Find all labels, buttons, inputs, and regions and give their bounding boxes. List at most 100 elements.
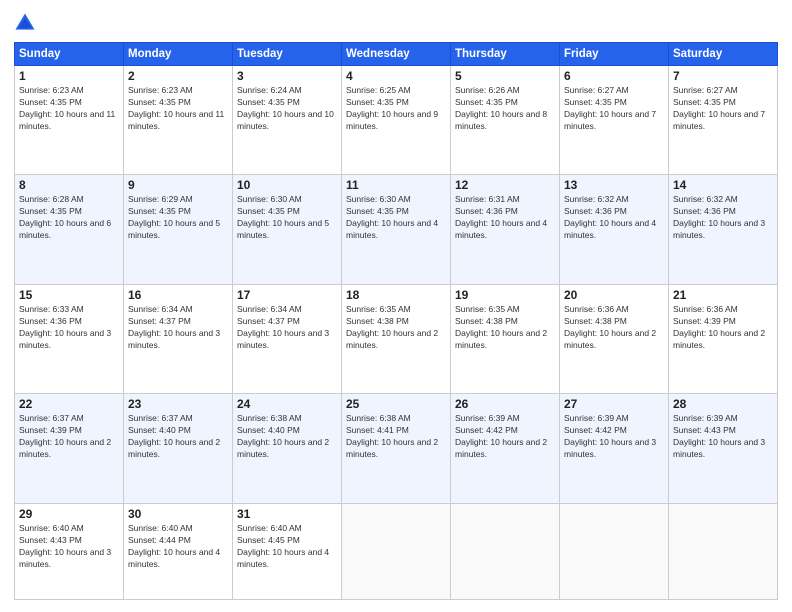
- header-thursday: Thursday: [451, 43, 560, 66]
- day-number: 11: [346, 178, 446, 192]
- header-friday: Friday: [560, 43, 669, 66]
- day-number: 10: [237, 178, 337, 192]
- table-row: 24 Sunrise: 6:38 AM Sunset: 4:40 PM Dayl…: [233, 394, 342, 503]
- day-info: Sunrise: 6:30 AM Sunset: 4:35 PM Dayligh…: [237, 194, 337, 242]
- table-row: 2 Sunrise: 6:23 AM Sunset: 4:35 PM Dayli…: [124, 66, 233, 175]
- day-number: 16: [128, 288, 228, 302]
- table-row: 9 Sunrise: 6:29 AM Sunset: 4:35 PM Dayli…: [124, 175, 233, 284]
- table-row: 30 Sunrise: 6:40 AM Sunset: 4:44 PM Dayl…: [124, 503, 233, 599]
- day-number: 12: [455, 178, 555, 192]
- day-info: Sunrise: 6:26 AM Sunset: 4:35 PM Dayligh…: [455, 85, 555, 133]
- day-info: Sunrise: 6:33 AM Sunset: 4:36 PM Dayligh…: [19, 304, 119, 352]
- table-row: [560, 503, 669, 599]
- day-number: 20: [564, 288, 664, 302]
- table-row: 4 Sunrise: 6:25 AM Sunset: 4:35 PM Dayli…: [342, 66, 451, 175]
- table-row: 23 Sunrise: 6:37 AM Sunset: 4:40 PM Dayl…: [124, 394, 233, 503]
- calendar-week-row: 8 Sunrise: 6:28 AM Sunset: 4:35 PM Dayli…: [15, 175, 778, 284]
- table-row: 19 Sunrise: 6:35 AM Sunset: 4:38 PM Dayl…: [451, 284, 560, 393]
- logo: [14, 12, 40, 34]
- header-sunday: Sunday: [15, 43, 124, 66]
- day-info: Sunrise: 6:40 AM Sunset: 4:45 PM Dayligh…: [237, 523, 337, 571]
- day-info: Sunrise: 6:39 AM Sunset: 4:42 PM Dayligh…: [455, 413, 555, 461]
- day-info: Sunrise: 6:38 AM Sunset: 4:41 PM Dayligh…: [346, 413, 446, 461]
- day-number: 23: [128, 397, 228, 411]
- table-row: 14 Sunrise: 6:32 AM Sunset: 4:36 PM Dayl…: [669, 175, 778, 284]
- day-number: 25: [346, 397, 446, 411]
- day-number: 22: [19, 397, 119, 411]
- table-row: [669, 503, 778, 599]
- day-info: Sunrise: 6:31 AM Sunset: 4:36 PM Dayligh…: [455, 194, 555, 242]
- table-row: 7 Sunrise: 6:27 AM Sunset: 4:35 PM Dayli…: [669, 66, 778, 175]
- day-number: 27: [564, 397, 664, 411]
- table-row: 13 Sunrise: 6:32 AM Sunset: 4:36 PM Dayl…: [560, 175, 669, 284]
- header-monday: Monday: [124, 43, 233, 66]
- day-info: Sunrise: 6:23 AM Sunset: 4:35 PM Dayligh…: [128, 85, 228, 133]
- table-row: 5 Sunrise: 6:26 AM Sunset: 4:35 PM Dayli…: [451, 66, 560, 175]
- day-number: 7: [673, 69, 773, 83]
- day-info: Sunrise: 6:40 AM Sunset: 4:43 PM Dayligh…: [19, 523, 119, 571]
- calendar-table: Sunday Monday Tuesday Wednesday Thursday…: [14, 42, 778, 600]
- day-info: Sunrise: 6:28 AM Sunset: 4:35 PM Dayligh…: [19, 194, 119, 242]
- day-number: 2: [128, 69, 228, 83]
- day-number: 8: [19, 178, 119, 192]
- day-info: Sunrise: 6:39 AM Sunset: 4:43 PM Dayligh…: [673, 413, 773, 461]
- logo-icon: [14, 12, 36, 34]
- table-row: 29 Sunrise: 6:40 AM Sunset: 4:43 PM Dayl…: [15, 503, 124, 599]
- day-number: 3: [237, 69, 337, 83]
- day-number: 6: [564, 69, 664, 83]
- day-number: 24: [237, 397, 337, 411]
- table-row: [342, 503, 451, 599]
- day-info: Sunrise: 6:35 AM Sunset: 4:38 PM Dayligh…: [346, 304, 446, 352]
- day-info: Sunrise: 6:39 AM Sunset: 4:42 PM Dayligh…: [564, 413, 664, 461]
- day-info: Sunrise: 6:30 AM Sunset: 4:35 PM Dayligh…: [346, 194, 446, 242]
- day-number: 5: [455, 69, 555, 83]
- table-row: 11 Sunrise: 6:30 AM Sunset: 4:35 PM Dayl…: [342, 175, 451, 284]
- table-row: 8 Sunrise: 6:28 AM Sunset: 4:35 PM Dayli…: [15, 175, 124, 284]
- day-info: Sunrise: 6:36 AM Sunset: 4:39 PM Dayligh…: [673, 304, 773, 352]
- day-info: Sunrise: 6:23 AM Sunset: 4:35 PM Dayligh…: [19, 85, 119, 133]
- calendar-week-row: 29 Sunrise: 6:40 AM Sunset: 4:43 PM Dayl…: [15, 503, 778, 599]
- day-number: 29: [19, 507, 119, 521]
- day-info: Sunrise: 6:27 AM Sunset: 4:35 PM Dayligh…: [673, 85, 773, 133]
- table-row: 21 Sunrise: 6:36 AM Sunset: 4:39 PM Dayl…: [669, 284, 778, 393]
- day-number: 13: [564, 178, 664, 192]
- calendar-week-row: 15 Sunrise: 6:33 AM Sunset: 4:36 PM Dayl…: [15, 284, 778, 393]
- table-row: 25 Sunrise: 6:38 AM Sunset: 4:41 PM Dayl…: [342, 394, 451, 503]
- header: [14, 12, 778, 34]
- weekday-header-row: Sunday Monday Tuesday Wednesday Thursday…: [15, 43, 778, 66]
- table-row: 12 Sunrise: 6:31 AM Sunset: 4:36 PM Dayl…: [451, 175, 560, 284]
- day-number: 4: [346, 69, 446, 83]
- table-row: 15 Sunrise: 6:33 AM Sunset: 4:36 PM Dayl…: [15, 284, 124, 393]
- day-info: Sunrise: 6:35 AM Sunset: 4:38 PM Dayligh…: [455, 304, 555, 352]
- table-row: 20 Sunrise: 6:36 AM Sunset: 4:38 PM Dayl…: [560, 284, 669, 393]
- table-row: 22 Sunrise: 6:37 AM Sunset: 4:39 PM Dayl…: [15, 394, 124, 503]
- day-number: 19: [455, 288, 555, 302]
- day-number: 28: [673, 397, 773, 411]
- day-info: Sunrise: 6:34 AM Sunset: 4:37 PM Dayligh…: [128, 304, 228, 352]
- table-row: 26 Sunrise: 6:39 AM Sunset: 4:42 PM Dayl…: [451, 394, 560, 503]
- table-row: 18 Sunrise: 6:35 AM Sunset: 4:38 PM Dayl…: [342, 284, 451, 393]
- table-row: 16 Sunrise: 6:34 AM Sunset: 4:37 PM Dayl…: [124, 284, 233, 393]
- day-number: 30: [128, 507, 228, 521]
- day-number: 17: [237, 288, 337, 302]
- calendar-week-row: 1 Sunrise: 6:23 AM Sunset: 4:35 PM Dayli…: [15, 66, 778, 175]
- day-info: Sunrise: 6:37 AM Sunset: 4:40 PM Dayligh…: [128, 413, 228, 461]
- day-info: Sunrise: 6:36 AM Sunset: 4:38 PM Dayligh…: [564, 304, 664, 352]
- day-number: 15: [19, 288, 119, 302]
- day-number: 21: [673, 288, 773, 302]
- day-number: 31: [237, 507, 337, 521]
- day-info: Sunrise: 6:29 AM Sunset: 4:35 PM Dayligh…: [128, 194, 228, 242]
- day-number: 9: [128, 178, 228, 192]
- day-info: Sunrise: 6:38 AM Sunset: 4:40 PM Dayligh…: [237, 413, 337, 461]
- table-row: 28 Sunrise: 6:39 AM Sunset: 4:43 PM Dayl…: [669, 394, 778, 503]
- day-info: Sunrise: 6:32 AM Sunset: 4:36 PM Dayligh…: [564, 194, 664, 242]
- header-wednesday: Wednesday: [342, 43, 451, 66]
- table-row: 31 Sunrise: 6:40 AM Sunset: 4:45 PM Dayl…: [233, 503, 342, 599]
- table-row: [451, 503, 560, 599]
- table-row: 3 Sunrise: 6:24 AM Sunset: 4:35 PM Dayli…: [233, 66, 342, 175]
- day-info: Sunrise: 6:37 AM Sunset: 4:39 PM Dayligh…: [19, 413, 119, 461]
- day-info: Sunrise: 6:24 AM Sunset: 4:35 PM Dayligh…: [237, 85, 337, 133]
- day-number: 18: [346, 288, 446, 302]
- table-row: 17 Sunrise: 6:34 AM Sunset: 4:37 PM Dayl…: [233, 284, 342, 393]
- header-tuesday: Tuesday: [233, 43, 342, 66]
